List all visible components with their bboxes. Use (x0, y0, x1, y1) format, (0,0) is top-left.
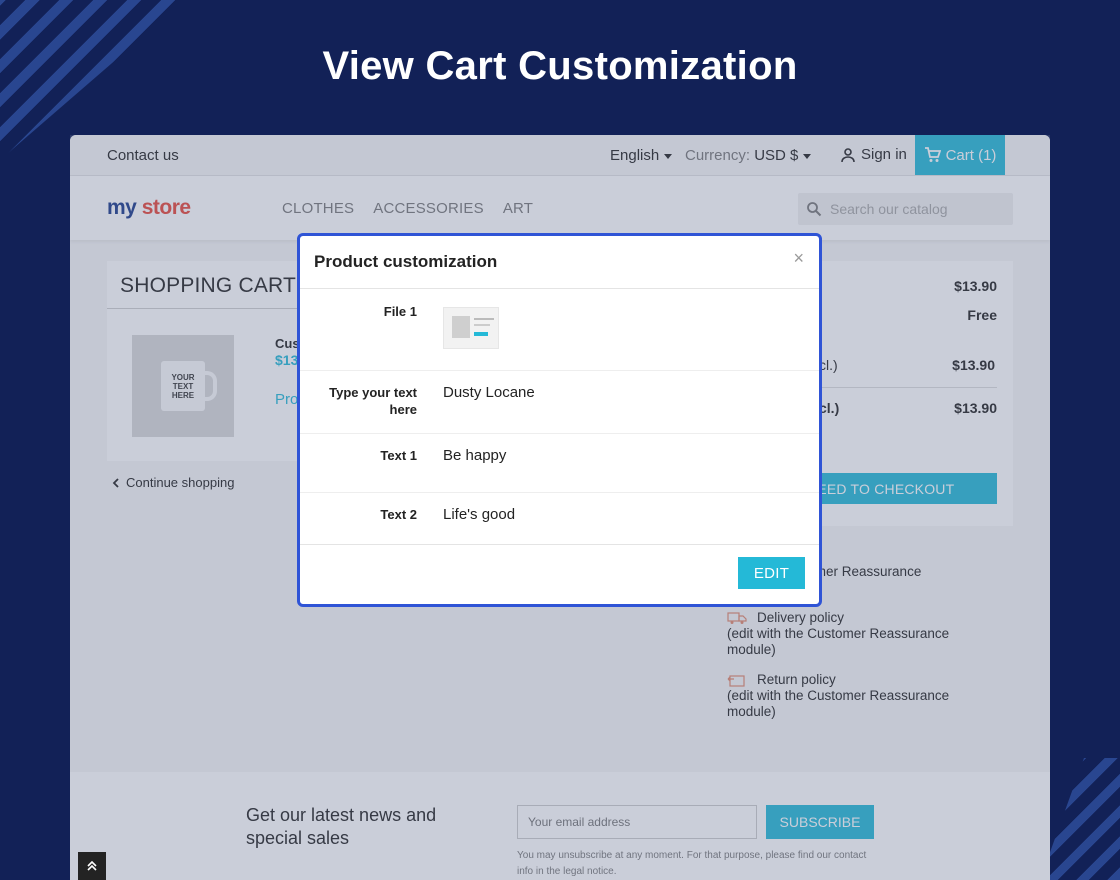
customization-label: Type your text here (329, 385, 417, 417)
customization-row-text1: Text 1 Be happy (300, 434, 819, 493)
modal-header: Product customization × (300, 236, 819, 289)
decorative-stripes-bottom-right (1040, 758, 1120, 880)
uploaded-file-thumbnail[interactable] (443, 307, 499, 349)
close-icon[interactable]: × (793, 248, 804, 269)
page-title: View Cart Customization (322, 44, 798, 88)
customization-label: File 1 (383, 304, 417, 319)
modal-footer: EDIT (300, 544, 819, 604)
customization-row-file: File 1 (300, 289, 819, 371)
customization-label: Text 1 (380, 448, 417, 463)
customization-row-text: Type your text here Dusty Locane (300, 371, 819, 434)
back-to-top-button[interactable] (78, 852, 106, 880)
customization-value: Dusty Locane (443, 384, 535, 401)
customization-label: Text 2 (380, 507, 417, 522)
product-customization-modal: Product customization × File 1 Type your… (297, 233, 822, 607)
customization-row-text2: Text 2 Life's good (300, 493, 819, 551)
customization-value: Be happy (443, 447, 507, 464)
modal-title: Product customization (314, 252, 498, 271)
double-chevron-up-icon (87, 860, 97, 871)
customization-value: Life's good (443, 506, 516, 523)
edit-button[interactable]: EDIT (738, 557, 805, 589)
